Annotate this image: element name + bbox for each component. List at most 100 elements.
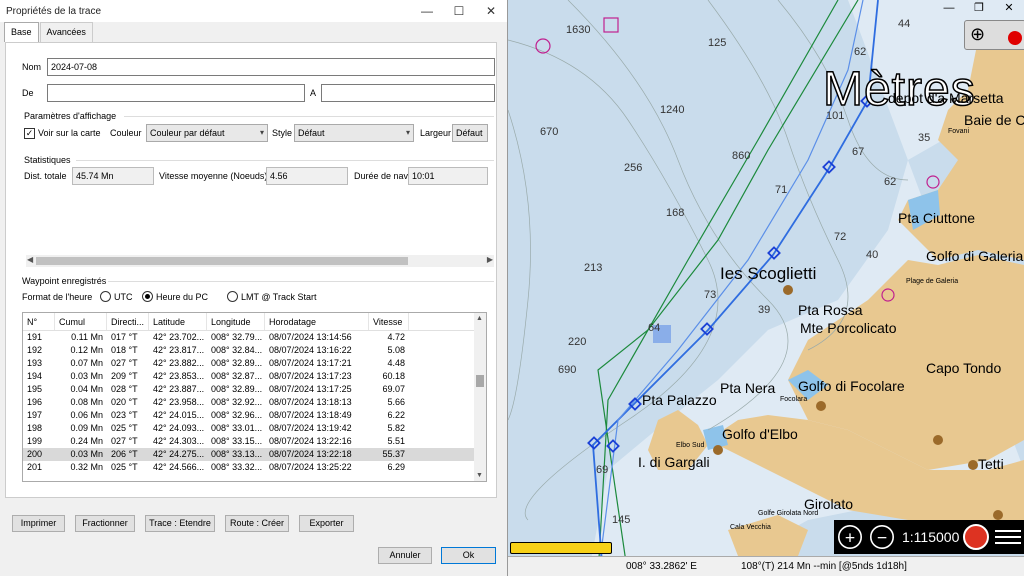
depth-label: 67	[852, 146, 865, 158]
table-row[interactable]: 196 0.08 Mn 020 °T 42° 23.958... 008° 32.92.…	[23, 396, 486, 409]
table-cell: 008° 32.79...	[211, 332, 263, 342]
table-row[interactable]: 193 0.07 Mn 027 °T 42° 23.882... 008° 32.89.…	[23, 357, 486, 370]
table-cell: 206 °T	[111, 449, 138, 459]
table-row[interactable]: 198 0.09 Mn 025 °T 42° 24.093... 008° 33.01.…	[23, 422, 486, 435]
extend-track-button[interactable]: Trace : Etendre	[145, 515, 215, 532]
create-route-button[interactable]: Route : Créer	[225, 515, 289, 532]
maximize-icon[interactable]: ☐	[443, 4, 475, 18]
close-icon[interactable]: ✕	[475, 4, 507, 18]
to-input[interactable]	[321, 84, 495, 102]
place-label: Pta Palazzo	[642, 392, 717, 408]
table-row[interactable]: 201 0.32 Mn 025 °T 42° 24.566... 008° 33.32.…	[23, 461, 486, 474]
table-row[interactable]: 200 0.03 Mn 206 °T 42° 24.275... 008° 33.13.…	[23, 448, 486, 461]
table-cell: 0.09 Mn	[70, 423, 103, 433]
minimize-icon[interactable]: —	[934, 0, 964, 16]
tab-advanced[interactable]: Avancées	[39, 22, 93, 42]
table-cell: 42° 23.887...	[153, 384, 205, 394]
export-button[interactable]: Exporter	[299, 515, 354, 532]
ok-button[interactable]: Ok	[441, 547, 496, 564]
status-heading: 108°(T) 214 Mn --min [@5nds 1d18h]	[741, 561, 907, 572]
place-label: Tetti	[978, 456, 1004, 472]
table-cell: 69.07	[382, 384, 405, 394]
radio-utc-label: UTC	[114, 291, 133, 302]
zoom-out-icon[interactable]: −	[870, 525, 894, 549]
column-header[interactable]: Horodatage	[265, 313, 369, 330]
name-input[interactable]: 2024-07-08	[47, 58, 495, 76]
chart-map[interactable]: — ❐ ✕ ⊕ Mètres 1630 125 44 62 670 1240 1…	[508, 0, 1024, 576]
scrollbar-thumb[interactable]	[36, 257, 408, 265]
table-cell: 5.82	[387, 423, 405, 433]
table-cell: 020 °T	[111, 397, 138, 407]
tab-base[interactable]: Base	[4, 22, 39, 42]
chevron-down-icon[interactable]: ▼	[476, 472, 483, 479]
width-select[interactable]: Défaut	[452, 124, 488, 142]
cancel-button[interactable]: Annuler	[378, 547, 432, 564]
chevron-right-icon[interactable]: ▶	[487, 255, 493, 264]
style-select[interactable]: Défaut ▾	[294, 124, 414, 142]
table-cell: 08/07/2024 13:22:16	[269, 436, 352, 446]
color-select-value: Couleur par défaut	[150, 128, 225, 138]
scrollbar-thumb[interactable]	[476, 375, 484, 387]
radio-utc[interactable]	[100, 291, 111, 302]
split-button[interactable]: Fractionner	[75, 515, 135, 532]
depth-label: 1630	[566, 24, 591, 36]
group-divider	[76, 160, 494, 161]
radio-pc-time[interactable]	[142, 291, 153, 302]
from-input[interactable]	[47, 84, 305, 102]
table-cell: 08/07/2024 13:22:18	[269, 449, 352, 459]
color-select[interactable]: Couleur par défaut ▾	[146, 124, 268, 142]
zoom-in-icon[interactable]: +	[838, 525, 862, 549]
horizontal-scrollbar[interactable]: ◀ ▶	[26, 255, 494, 267]
column-header[interactable]: Longitude	[207, 313, 265, 330]
radio-lmt[interactable]	[227, 291, 238, 302]
table-row[interactable]: 199 0.24 Mn 027 °T 42° 24.303... 008° 33.15.…	[23, 435, 486, 448]
north-up-compass[interactable]: ⊕	[964, 20, 1024, 50]
dist-value: 45.74 Mn	[72, 167, 154, 185]
hamburger-menu-icon[interactable]	[995, 526, 1022, 548]
place-label: Plage de Galeria	[906, 278, 959, 285]
table-cell: 027 °T	[111, 436, 138, 446]
place-label: Baie de C	[964, 112, 1024, 128]
table-row[interactable]: 192 0.12 Mn 018 °T 42° 23.817... 008° 32.84.…	[23, 344, 486, 357]
table-row[interactable]: 197 0.06 Mn 023 °T 42° 24.015... 008° 32.96.…	[23, 409, 486, 422]
place-label: Focolara	[780, 396, 808, 403]
table-cell: 0.06 Mn	[70, 410, 103, 420]
table-cell: 195	[27, 384, 43, 394]
table-cell: 027 °T	[111, 358, 138, 368]
column-header[interactable]: Directi...	[107, 313, 149, 330]
chevron-left-icon[interactable]: ◀	[27, 255, 33, 264]
depth-label: 213	[584, 262, 603, 274]
table-row[interactable]: 194 0.03 Mn 209 °T 42° 23.853... 008° 32.87.…	[23, 370, 486, 383]
table-cell: 08/07/2024 13:19:42	[269, 423, 352, 433]
column-header[interactable]: Vitesse	[369, 313, 409, 330]
duration-label: Durée de nav.	[354, 171, 410, 181]
depth-label: 125	[708, 37, 727, 49]
group-divider	[124, 116, 494, 117]
column-header[interactable]: Latitude	[149, 313, 207, 330]
width-select-value: Défaut	[456, 128, 483, 138]
depth-label: 256	[624, 162, 643, 174]
minimize-icon[interactable]: —	[411, 4, 443, 18]
depth-label: 670	[540, 126, 559, 138]
table-row[interactable]: 195 0.04 Mn 028 °T 42° 23.887... 008° 32.89.…	[23, 383, 486, 396]
place-label: Pta Rossa	[798, 302, 863, 318]
progress-bar	[510, 542, 612, 554]
vertical-scrollbar[interactable]: ▲ ▼	[474, 313, 486, 481]
radio-pc-label: Heure du PC	[156, 291, 209, 302]
table-row[interactable]: 191 0.11 Mn 017 °T 42° 23.702... 008° 32.79.…	[23, 331, 486, 344]
table-cell: 42° 24.275...	[153, 449, 205, 459]
table-cell: 4.72	[387, 332, 405, 342]
place-label: Cala Vecchia	[730, 524, 771, 531]
place-label: Elbo Sud	[676, 442, 705, 449]
restore-icon[interactable]: ❐	[964, 0, 994, 16]
print-button[interactable]: Imprimer	[12, 515, 65, 532]
table-cell: 4.48	[387, 358, 405, 368]
place-label: Pta Ciuttone	[898, 210, 976, 226]
route-icon[interactable]	[963, 524, 990, 550]
close-icon[interactable]: ✕	[994, 0, 1024, 16]
column-header[interactable]: N°	[23, 313, 55, 330]
chevron-up-icon[interactable]: ▲	[476, 315, 483, 322]
show-on-map-checkbox[interactable]: ✓	[24, 127, 35, 139]
table-cell: 0.03 Mn	[70, 449, 103, 459]
column-header[interactable]: Cumul	[55, 313, 107, 330]
